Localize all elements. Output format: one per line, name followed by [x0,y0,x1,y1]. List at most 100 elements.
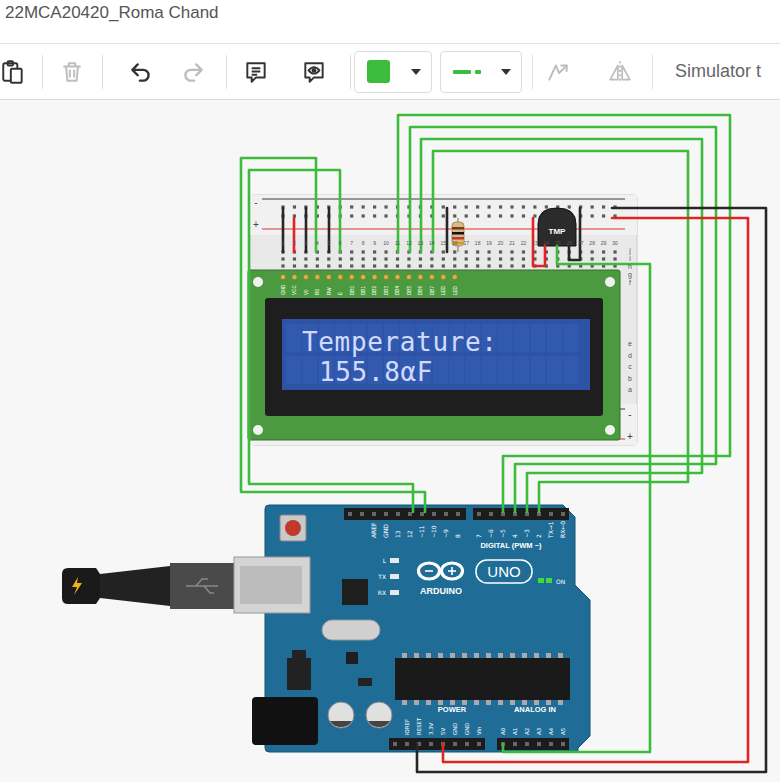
svg-text:DB2: DB2 [372,286,377,295]
row-letter: h [628,263,632,270]
wire[interactable] [417,208,766,772]
svg-text:V0: V0 [304,289,309,295]
breadboard-labels: 1234567891011121314151617181920212223242… [253,197,633,442]
pin-label: AREF [370,522,377,538]
wire[interactable] [398,115,730,512]
toolbar: Simulator t [0,44,780,100]
temperature-sensor[interactable]: TMP [538,208,576,246]
rail-sign: + [627,431,633,442]
column-number: 29 [601,240,607,246]
on-label: ON [556,578,565,585]
power-label: POWER [438,705,467,714]
lcd-pin[interactable]: DB0 [349,274,354,295]
toolbar-separator [222,52,230,92]
column-number: 30 [612,240,618,246]
lcd-pin[interactable]: DB3 [383,274,388,295]
resistor[interactable] [452,218,464,252]
flip-tool-button[interactable] [542,52,574,92]
microcontroller-chip [395,658,570,700]
pin-label: ~6 [487,529,494,538]
lcd-pin[interactable]: RW [326,274,331,295]
redo-button[interactable] [164,52,222,92]
wire[interactable] [328,208,331,252]
pin-label: A3 [536,728,542,735]
start-simulation-button[interactable]: Simulator t [656,61,761,82]
pin-label: A0 [500,727,506,735]
pin-label: 12 [406,530,413,538]
undo-icon [128,59,154,85]
usb-cable[interactable] [62,557,310,613]
lcd-pin[interactable]: DB6 [418,274,423,295]
lcd-pin[interactable]: GND [280,274,285,295]
lcd-pin[interactable]: DB5 [406,274,411,295]
lcd-pin[interactable]: VCC [292,274,297,295]
lcd-pin[interactable]: LED [452,274,457,295]
pin-label: 2 [535,534,542,538]
arduino-uno[interactable]: AREFGND1312~11~10~987~6~54~32TX→1RX←0DIG… [252,505,590,752]
pin-label: A1 [512,728,518,735]
color-swatch [367,60,390,83]
column-number: 28 [589,240,595,246]
wire[interactable] [503,246,650,752]
undo-button[interactable] [118,52,164,92]
wire[interactable] [249,170,413,512]
usb-symbol-icon [186,579,218,593]
lcd-display[interactable]: GND VCC V0 RS RW E DB0 DB1 DB2 DB3 DB4 DB5 DB6 DB7 LED… [248,270,620,440]
wire[interactable] [443,218,748,762]
svg-text:DB7: DB7 [430,286,435,295]
wire-color-dropdown[interactable] [354,51,432,93]
wire[interactable] [293,218,296,252]
circuit-canvas[interactable]: TMP GND VCC V0 RS RW E DB0 DB1 DB2 DB3 DB4 DB5 DB6 DB7… [0,100,780,782]
breadboard[interactable] [250,195,637,445]
lcd-pin[interactable]: DB4 [395,274,400,295]
brand-label: ARDUINO [420,586,462,596]
pin-label: RX←0 [559,521,566,538]
svg-text:E: E [338,292,343,295]
lcd-screen [282,319,590,390]
column-number: 4 [316,240,319,246]
toolbar-separator [86,52,118,92]
pin-label: 5V [440,728,446,735]
notes-visibility-button[interactable] [282,52,346,92]
caret-down-icon [411,69,421,75]
pin-label: 7 [475,534,482,538]
wire[interactable] [569,208,580,260]
lcd-pin[interactable]: LED [441,274,446,295]
svg-text:RW: RW [327,287,332,295]
toolbar-separator [346,52,354,92]
reset-button[interactable] [280,515,306,541]
toolbar-separator [522,52,542,92]
pin-label: 13 [394,530,401,538]
paste-button[interactable] [0,52,26,92]
lcd-pin[interactable]: DB2 [372,274,377,295]
rail-sign: - [628,409,631,420]
column-number: 24 [544,240,550,246]
lcd-pin[interactable]: DB1 [361,274,366,295]
wire[interactable] [305,208,308,252]
lcd-pin[interactable]: E [338,274,343,295]
notes-button[interactable] [230,52,282,92]
column-number: 22 [521,240,527,246]
power-jack [252,697,318,745]
row-letter: i [629,255,631,262]
svg-text:L: L [383,557,387,564]
wire-type-dropdown[interactable] [440,51,522,93]
wire[interactable] [410,127,716,512]
column-number: 6 [339,240,342,246]
row-letter: j [628,247,631,255]
design-title[interactable]: 22MCA20420_Roma Chand [5,3,219,22]
lcd-pin[interactable]: V0 [303,274,308,295]
wire[interactable] [282,208,285,252]
delete-button[interactable] [58,52,86,92]
lcd-pin[interactable]: RS [315,274,320,295]
wire[interactable] [421,139,702,512]
row-letter: b [628,375,632,382]
row-letter: d [628,352,632,359]
column-number: 15 [441,240,447,246]
caret-down-icon [501,69,511,75]
mirror-tool-button[interactable] [592,52,648,92]
lcd-pin[interactable]: DB7 [429,274,434,295]
pin-label: 4 [511,534,518,538]
column-number: 9 [373,240,376,246]
wire-line-icon [453,69,487,75]
